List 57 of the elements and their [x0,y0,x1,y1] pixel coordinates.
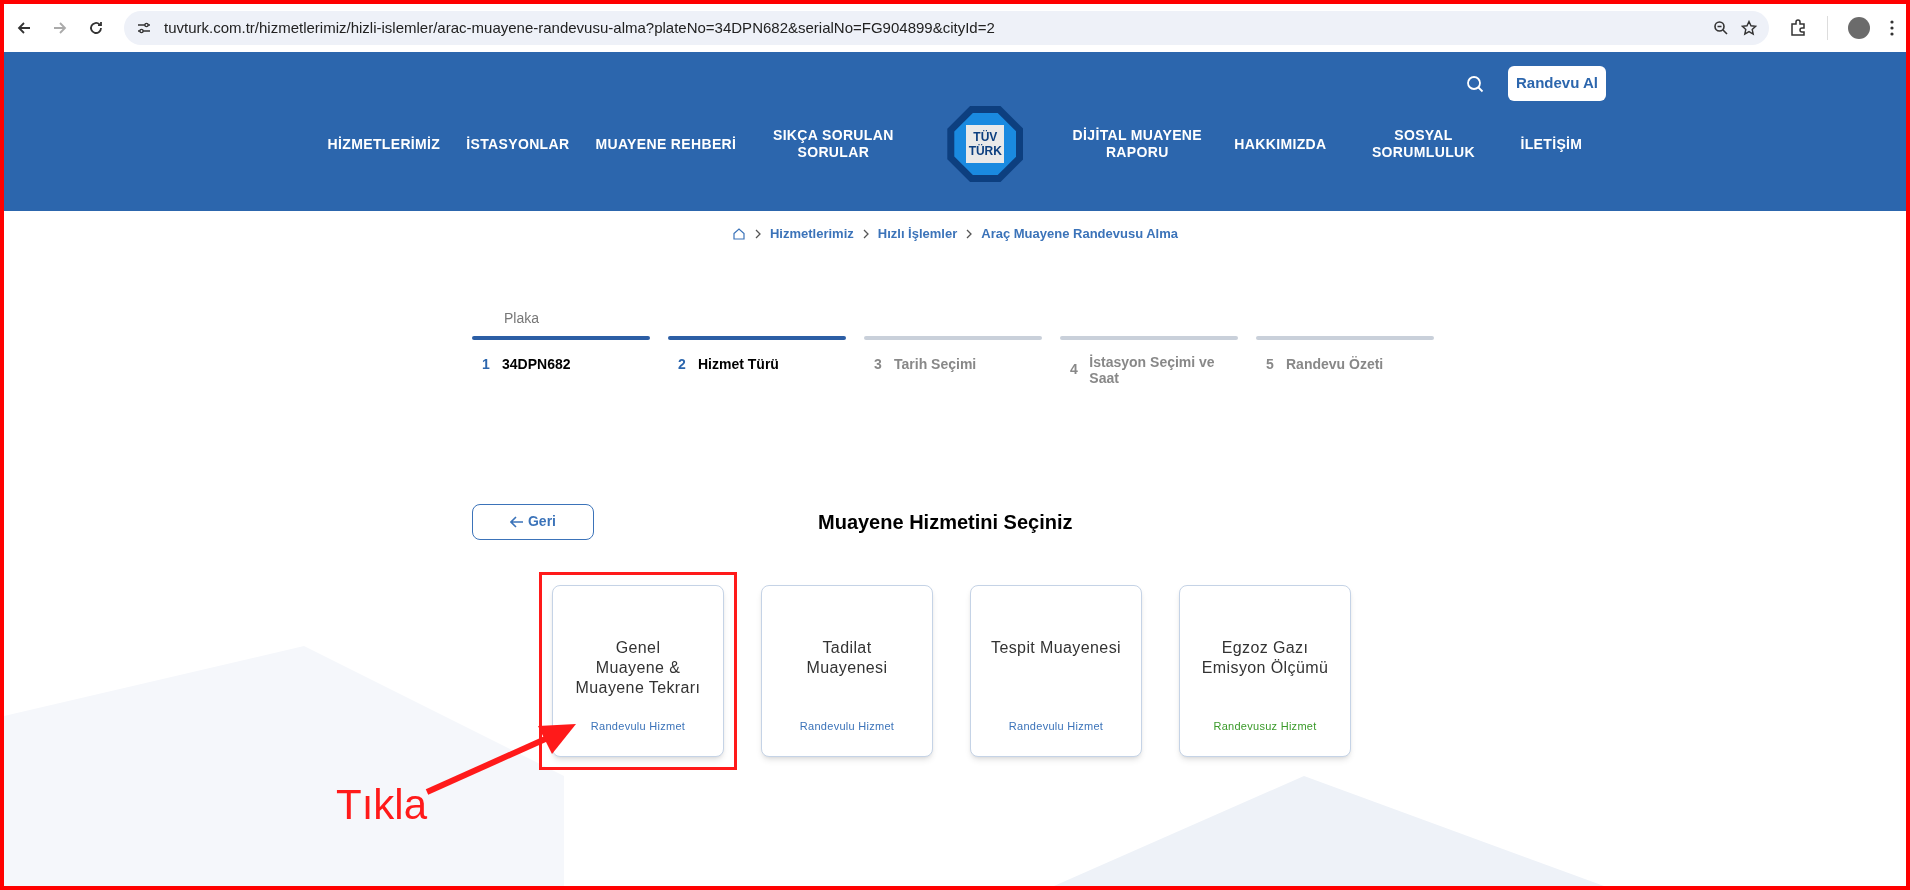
breadcrumb-link[interactable]: Hizmetlerimiz [769,224,854,244]
nav-link[interactable]: İLETİŞİM [1516,135,1587,153]
appointment-button[interactable]: Randevu Al [1508,66,1606,101]
nav-link[interactable]: SOSYAL SORUMLULUK [1348,127,1499,161]
back-icon[interactable] [16,20,32,36]
step-number: 1 [482,354,491,374]
service-type: Randevulu Hizmet [799,718,895,734]
url-text: tuvturk.com.tr/hizmetlerimiz/hizli-islemler/arac-muayene-randevusu-alma?plateNo=34DPN682&serialNo=FG904899&cityId=2 [164,17,996,38]
address-bar[interactable]: tuvturk.com.tr/hizmetlerimiz/hizli-islemler/arac-muayene-randevusu-alma?plateNo=34DPN682&serialNo=FG904899&cityId=2 [124,11,1769,45]
nav-link[interactable]: HAKKIMIZDA [1230,135,1331,153]
step-number: 2 [678,354,687,374]
service-card[interactable]: Tadilat Muayenesi Randevulu Hizmet [761,584,933,757]
step-label: İstasyon Seçimi ve Saat [1089,353,1216,386]
step-number: 5 [1266,354,1275,374]
service-type: Randevulu Hizmet [1008,718,1104,734]
zoom-icon[interactable] [1713,20,1729,36]
step-label: Randevu Özeti [1286,356,1384,372]
site-settings-icon[interactable] [136,20,152,36]
step-label: Hizmet Türü [698,356,779,372]
nav-link[interactable]: HİZMETLERİMİZ [323,135,445,153]
logo-text: TÜV [973,130,998,144]
nav-link[interactable]: SIKÇA SORULAN SORULAR [758,127,909,161]
breadcrumb-link[interactable]: Hızlı İşlemler [877,224,958,244]
breadcrumb-link[interactable]: Araç Muayene Randevusu Alma [981,224,1179,244]
extensions-icon[interactable] [1789,19,1807,37]
page-title: Muayene Hizmetini Seçiniz [818,509,1073,535]
step-number: 3 [874,354,883,374]
service-title: Tadilat Muayenesi [805,637,889,678]
nav-link[interactable]: MUAYENE REHBERİ [591,135,741,153]
logo-text: TÜRK [968,144,1002,158]
service-title: Egzoz Gazı Emisyon Ölçümü [1200,637,1330,678]
step-label: Tarih Seçimi [894,356,977,372]
nav-link[interactable]: DİJİTAL MUAYENE RAPORU [1062,127,1213,161]
step-caption: Plaka [504,309,540,326]
home-icon[interactable] [731,226,746,241]
chevron-icon [861,228,870,239]
chevron-icon [753,228,762,239]
service-title: Tespit Muayenesi [990,637,1122,658]
service-card[interactable]: Genel Muayene & Muayene Tekrarı Randevulu Hizmet [552,584,724,757]
nav-link[interactable]: İSTASYONLAR [462,135,574,153]
service-title: Genel Muayene & Muayene Tekrarı [574,637,702,694]
service-type: Randevusuz Hizmet [1213,718,1317,734]
search-icon[interactable] [1466,74,1485,93]
star-icon[interactable] [1741,20,1757,36]
arrow-left-icon [510,515,524,528]
service-card[interactable]: Egzoz Gazı Emisyon Ölçümü Randevusuz Hizmet [1179,584,1351,757]
annotation-text: Tıkla [336,780,427,830]
step-label: 34DPN682 [502,356,571,372]
reload-icon[interactable] [88,20,104,36]
profile-avatar[interactable] [1848,17,1870,39]
step-number: 4 [1070,360,1079,379]
service-card[interactable]: Tespit Muayenesi Randevulu Hizmet [970,584,1142,757]
logo[interactable]: TÜV TÜRK [946,105,1025,183]
menu-icon[interactable] [1890,20,1894,36]
back-button[interactable]: Geri [472,503,594,540]
service-type: Randevulu Hizmet [590,718,686,734]
chevron-icon [965,228,974,239]
